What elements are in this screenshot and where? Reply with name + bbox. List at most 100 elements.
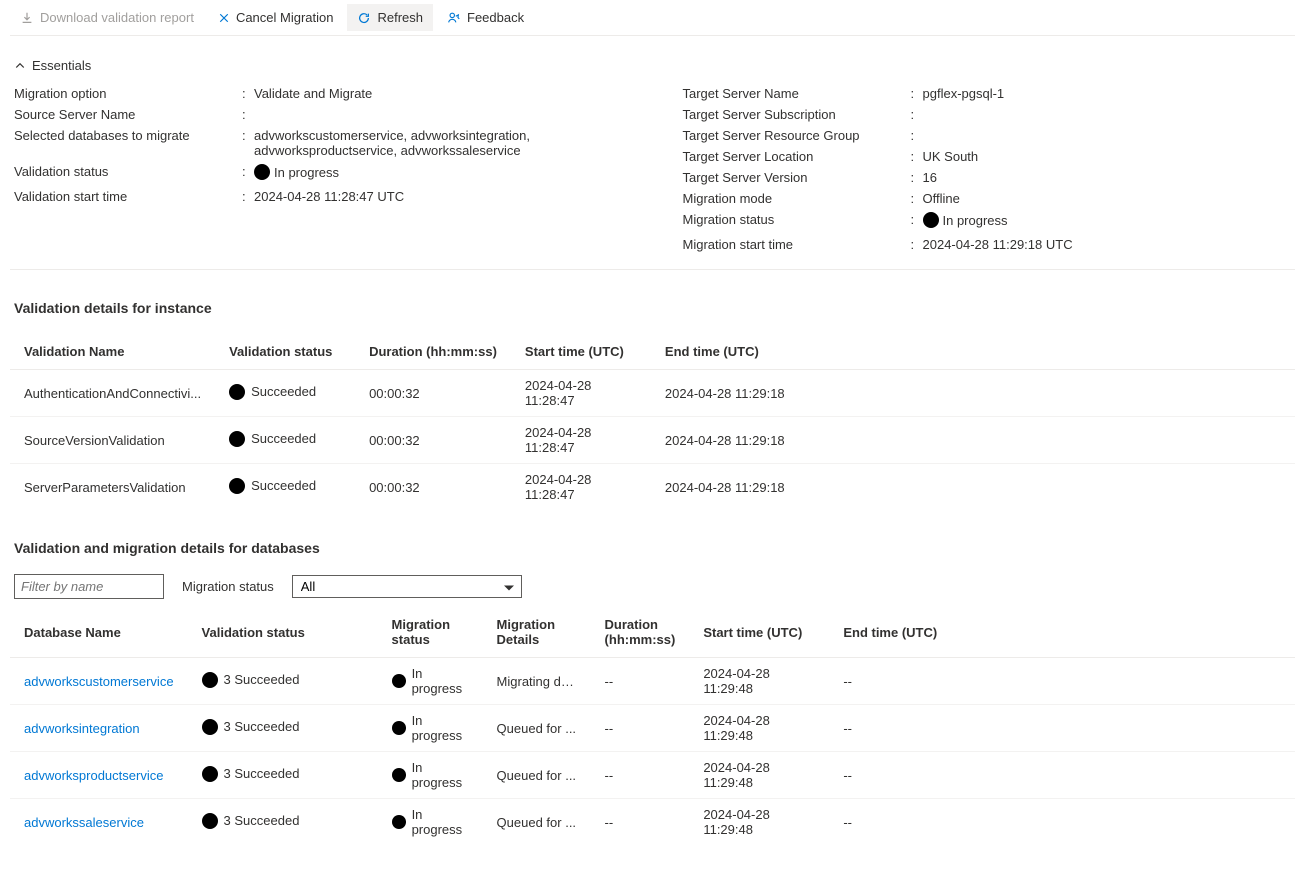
ess-label: Migration option [14,86,244,101]
ess-value: Validate and Migrate [244,86,623,101]
cell-db-name[interactable]: advworkscustomerservice [10,658,188,705]
ess-label: Target Server Location [683,149,913,164]
table-row: advworkssaleservice3 SucceededIn progres… [10,799,1295,846]
success-icon [202,719,218,735]
col-header[interactable]: Start time (UTC) [511,334,651,370]
cell-validation-status: 3 Succeeded [188,705,378,752]
col-header[interactable]: End time (UTC) [651,334,1295,370]
cell-validation-status: 3 Succeeded [188,752,378,799]
cell-duration: 00:00:32 [355,417,511,464]
close-icon [218,12,230,24]
filter-status-label: Migration status [182,579,274,594]
col-header[interactable]: Validation Name [10,334,215,370]
col-header[interactable]: Migration status [378,607,483,658]
ess-label: Target Server Subscription [683,107,913,122]
filter-name-input[interactable] [14,574,164,599]
essentials-label: Essentials [32,58,91,73]
cell-start: 2024-04-28 11:28:47 [511,370,651,417]
cell-duration: -- [591,658,690,705]
ess-label: Migration start time [683,237,913,252]
feedback-button[interactable]: Feedback [437,4,534,31]
cell-duration: -- [591,799,690,846]
table-row: advworksintegration3 SucceededIn progres… [10,705,1295,752]
cell-end: 2024-04-28 11:29:18 [651,370,1295,417]
table-row: SourceVersionValidationSucceeded00:00:32… [10,417,1295,464]
cell-db-name[interactable]: advworksproductservice [10,752,188,799]
cell-validation-status: 3 Succeeded [188,799,378,846]
spinner-icon [392,767,406,783]
divider [10,269,1295,270]
essentials-toggle[interactable]: Essentials [10,50,95,83]
refresh-label: Refresh [377,10,423,25]
cell-validation-status: 3 Succeeded [188,658,378,705]
success-icon [229,478,245,494]
table-row: advworkscustomerservice3 SucceededIn pro… [10,658,1295,705]
ess-value [244,107,623,122]
ess-value: advworkscustomerservice, advworksintegra… [244,128,623,158]
download-icon [20,11,34,25]
spinner-icon [254,164,270,180]
divider [10,35,1295,36]
spinner-icon [392,720,406,736]
success-icon [229,384,245,400]
cell-end: -- [829,658,1295,705]
col-header[interactable]: Migration Details [483,607,591,658]
cancel-migration-label: Cancel Migration [236,10,334,25]
cell-db-name[interactable]: advworkssaleservice [10,799,188,846]
ess-label: Selected databases to migrate [14,128,244,158]
feedback-icon [447,11,461,25]
ess-label: Target Server Name [683,86,913,101]
ess-value: In progress [244,164,623,183]
cell-end: -- [829,752,1295,799]
download-report-button: Download validation report [10,4,204,31]
col-header[interactable]: Duration (hh:mm:ss) [355,334,511,370]
filter-status-select[interactable]: All [292,575,522,598]
cell-db-name[interactable]: advworksintegration [10,705,188,752]
essentials-grid: Migration optionValidate and Migrate Sou… [10,83,1295,255]
spinner-icon [392,814,406,830]
ess-label: Source Server Name [14,107,244,122]
cell-migration-details: Queued for ... [483,752,591,799]
success-icon [202,813,218,829]
cell-duration: 00:00:32 [355,370,511,417]
ess-value: In progress [913,212,1292,231]
command-bar: Download validation report Cancel Migrat… [10,0,1295,35]
table-row: ServerParametersValidationSucceeded00:00… [10,464,1295,511]
col-header[interactable]: Duration (hh:mm:ss) [591,607,690,658]
cell-migration-status: In progress [378,705,483,752]
cell-duration: 00:00:32 [355,464,511,511]
table-row: AuthenticationAndConnectivi...Succeeded0… [10,370,1295,417]
cell-start: 2024-04-28 11:28:47 [511,417,651,464]
cell-migration-status: In progress [378,799,483,846]
spinner-icon [392,673,406,689]
refresh-icon [357,11,371,25]
col-header[interactable]: End time (UTC) [829,607,1295,658]
cell-migration-details: Migrating da... [483,658,591,705]
ess-label: Migration mode [683,191,913,206]
database-table: Database Name Validation status Migratio… [10,607,1295,845]
cell-validation-name: SourceVersionValidation [10,417,215,464]
ess-value [913,128,1292,143]
cell-start: 2024-04-28 11:29:48 [689,658,829,705]
ess-value: 16 [913,170,1292,185]
col-header[interactable]: Database Name [10,607,188,658]
spinner-icon [923,212,939,228]
col-header[interactable]: Validation status [188,607,378,658]
cancel-migration-button[interactable]: Cancel Migration [208,4,344,31]
ess-value: Offline [913,191,1292,206]
filter-row: Migration status All [14,574,1295,599]
cell-validation-status: Succeeded [215,464,355,511]
ess-value: 2024-04-28 11:29:18 UTC [913,237,1292,252]
ess-label: Validation status [14,164,244,183]
db-section-title: Validation and migration details for dat… [14,540,1295,556]
cell-duration: -- [591,705,690,752]
chevron-up-icon [14,60,26,72]
col-header[interactable]: Validation status [215,334,355,370]
cell-migration-details: Queued for ... [483,705,591,752]
refresh-button[interactable]: Refresh [347,4,433,31]
cell-validation-status: Succeeded [215,370,355,417]
ess-label: Validation start time [14,189,244,204]
success-icon [229,431,245,447]
col-header[interactable]: Start time (UTC) [689,607,829,658]
instance-section-title: Validation details for instance [14,300,1295,316]
